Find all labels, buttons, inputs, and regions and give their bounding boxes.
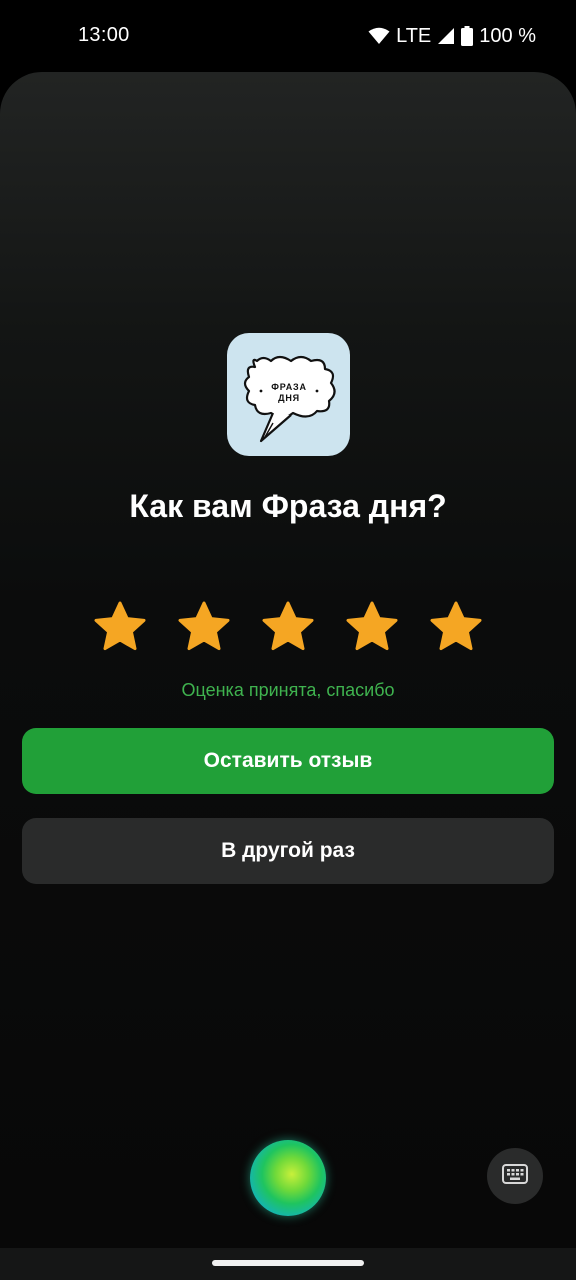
screen: 13:00 LTE 100 % ФРАЗА ДНЯ Как вам Фраза … xyxy=(0,0,576,1280)
star-2-icon[interactable] xyxy=(176,600,232,656)
star-rating xyxy=(0,600,576,656)
later-button[interactable]: В другой раз xyxy=(22,818,554,884)
home-gesture-handle[interactable] xyxy=(212,1260,364,1266)
app-icon-label-1: ФРАЗА xyxy=(271,382,307,392)
assistant-orb-icon[interactable] xyxy=(250,1140,326,1216)
keyboard-button[interactable] xyxy=(487,1148,543,1204)
star-3-icon[interactable] xyxy=(260,600,316,656)
dialog-title: Как вам Фраза дня? xyxy=(129,488,447,524)
star-5-icon[interactable] xyxy=(428,600,484,656)
status-bar: 13:00 LTE 100 % xyxy=(0,0,576,72)
rating-status-message: Оценка принята, спасибо xyxy=(181,680,395,700)
battery-level: 100 % xyxy=(479,24,536,47)
app-icon-label-2: ДНЯ xyxy=(278,393,300,403)
network-type: LTE xyxy=(396,24,432,47)
wifi-icon xyxy=(368,27,390,45)
signal-icon xyxy=(437,27,455,45)
status-time: 13:00 xyxy=(78,24,130,46)
keyboard-icon xyxy=(502,1163,528,1189)
navigation-bar xyxy=(0,1248,576,1280)
battery-icon xyxy=(461,26,474,46)
star-1-icon[interactable] xyxy=(92,600,148,656)
leave-review-button[interactable]: Оставить отзыв xyxy=(22,728,554,794)
app-icon: ФРАЗА ДНЯ xyxy=(227,333,350,456)
rating-sheet: ФРАЗА ДНЯ Как вам Фраза дня? Оценка прин… xyxy=(0,72,576,1248)
star-4-icon[interactable] xyxy=(344,600,400,656)
status-icons: LTE 100 % xyxy=(368,24,536,48)
